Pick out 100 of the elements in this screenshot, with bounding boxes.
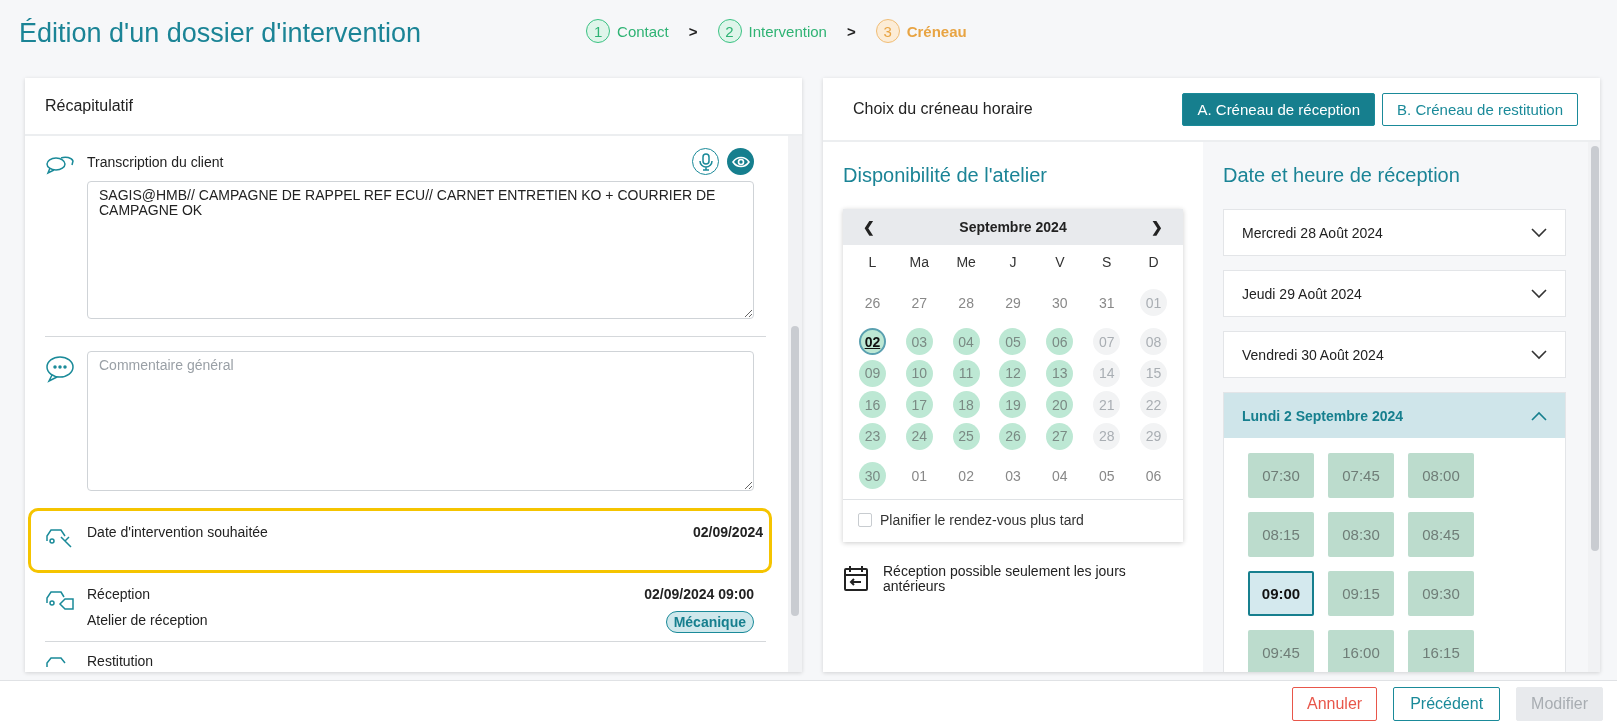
time-slot[interactable]: 09:30 — [1408, 571, 1474, 616]
previous-month-button[interactable]: ❮ — [857, 217, 881, 237]
calendar-day[interactable]: 08 — [1140, 328, 1168, 356]
time-slot[interactable]: 07:45 — [1328, 453, 1394, 498]
calendar-day[interactable]: 23 — [858, 422, 886, 450]
calendar-day[interactable]: 27 — [1046, 422, 1074, 450]
calendar-day[interactable]: 30 — [1049, 289, 1071, 316]
calendar-day[interactable]: 15 — [1140, 359, 1168, 387]
date-time-value: 02/09/2024 09:00 — [644, 586, 754, 602]
transcript-field[interactable]: SAGIS@HMB// CAMPAGNE DE RAPPEL REF ECU// CARNET ENTRETIEN KO + COURRIER DE CAMPAGNE OK — [87, 181, 754, 319]
calendar-day[interactable]: 04 — [1049, 462, 1071, 489]
comment-icon — [45, 355, 75, 383]
calendar-day[interactable]: 26 — [999, 422, 1027, 450]
chevron-up-icon — [1531, 410, 1547, 421]
tab[interactable]: A. Créneau de réception — [1182, 92, 1376, 126]
calendar-day[interactable]: 26 — [861, 289, 884, 316]
weekday-label: Ma — [909, 254, 929, 270]
field-label: Transcription du client — [87, 153, 224, 170]
calendar-day[interactable]: 18 — [952, 391, 980, 419]
calendar-day[interactable]: 03 — [905, 328, 933, 356]
calendar-day[interactable]: 11 — [952, 359, 980, 387]
field-label: Atelier de réception — [87, 612, 208, 628]
calendar-day[interactable]: 22 — [1140, 391, 1168, 419]
weekday-label: L — [868, 254, 877, 270]
calendar-day[interactable]: 02 — [955, 462, 977, 489]
weekday-label: S — [1102, 254, 1112, 270]
step-separator: > — [846, 22, 856, 40]
calendar-day[interactable]: 01 — [1140, 289, 1168, 316]
microphone-button[interactable] — [692, 148, 719, 175]
page-title: Édition d'un dossier d'intervention — [19, 17, 422, 49]
calendar-day[interactable]: 03 — [1002, 462, 1024, 489]
microphone-icon — [698, 152, 713, 171]
field-label: Réception — [87, 586, 151, 602]
calendar-day[interactable]: 29 — [1002, 289, 1024, 316]
calendar-day[interactable]: 05 — [999, 328, 1027, 356]
step-separator: > — [688, 22, 698, 40]
calendar-day[interactable]: 27 — [908, 289, 931, 316]
calendar-day[interactable]: 06 — [1046, 328, 1074, 356]
weekday-label: Me — [956, 254, 976, 270]
calendar-day[interactable]: 28 — [1093, 422, 1121, 450]
calendar-day[interactable]: 28 — [955, 289, 977, 316]
field-label: Restitution — [87, 653, 154, 669]
weekday-label: D — [1148, 254, 1159, 270]
calendar-day[interactable]: 24 — [905, 422, 933, 450]
calendar-day[interactable]: 16 — [858, 391, 886, 419]
next-month-button[interactable]: ❯ — [1145, 217, 1169, 237]
scrollbar[interactable] — [1588, 142, 1600, 672]
time-slot[interactable]: 08:00 — [1408, 453, 1474, 498]
checkbox[interactable] — [858, 513, 872, 527]
eye-icon — [731, 155, 750, 168]
tab[interactable]: B. Créneau de restitution — [1382, 92, 1578, 126]
month-label: Septembre 2024 — [959, 219, 1067, 235]
day-accordion-header[interactable]: Lundi 2 Septembre 2024 — [1224, 393, 1565, 438]
time-slot[interactable]: 08:15 — [1248, 512, 1314, 557]
card-title: Choix du créneau horaire — [853, 100, 1033, 118]
time-slot[interactable]: 16:00 — [1328, 630, 1394, 672]
calendar-day[interactable]: 02 — [858, 328, 886, 356]
date-value: 02/09/2024 — [692, 524, 763, 540]
step[interactable]: 3 Créneau — [875, 19, 967, 43]
calendar-day[interactable]: 05 — [1095, 462, 1118, 489]
calendar-day[interactable]: 19 — [999, 391, 1027, 419]
time-slot[interactable]: 16:15 — [1408, 630, 1474, 672]
chevron-down-icon — [1531, 227, 1547, 238]
calendar-day[interactable]: 10 — [905, 359, 933, 387]
calendar-day[interactable]: 21 — [1093, 391, 1121, 419]
eye-button[interactable] — [727, 148, 754, 175]
time-slot[interactable]: 09:45 — [1248, 630, 1314, 672]
card-title: Récapitulatif — [45, 97, 134, 115]
scrollbar[interactable] — [788, 136, 802, 672]
time-slot[interactable]: 09:15 — [1328, 571, 1394, 616]
section-title: Date et heure de réception — [1223, 164, 1461, 187]
calendar-day[interactable]: 31 — [1095, 289, 1118, 316]
previous-button[interactable]: Précédent — [1393, 687, 1501, 721]
step[interactable]: 1 Contact — [586, 19, 669, 43]
comment-field[interactable]: Commentaire général — [87, 351, 754, 491]
time-slot[interactable]: 08:30 — [1328, 512, 1394, 557]
calendar-day[interactable]: 07 — [1093, 328, 1121, 356]
calendar-day[interactable]: 25 — [952, 422, 980, 450]
cancel-button[interactable]: Annuler — [1292, 687, 1378, 721]
calendar-day[interactable]: 13 — [1046, 359, 1074, 387]
weekday-label: V — [1055, 254, 1065, 270]
calendar-day[interactable]: 09 — [858, 359, 886, 387]
time-slot[interactable]: 09:00 — [1248, 571, 1314, 616]
calendar-day[interactable]: 12 — [999, 359, 1027, 387]
calendar-day[interactable]: 01 — [908, 462, 931, 489]
field-label: Date d'intervention souhaitée — [87, 524, 268, 540]
chevron-down-icon — [1531, 288, 1547, 299]
calendar-day[interactable]: 29 — [1140, 422, 1168, 450]
step[interactable]: 2 Intervention — [717, 19, 827, 43]
calendar-day[interactable]: 06 — [1142, 462, 1165, 489]
time-slot[interactable]: 08:45 — [1408, 512, 1474, 557]
calendar-day[interactable]: 20 — [1046, 391, 1074, 419]
weekday-label: J — [1009, 254, 1017, 270]
calendar-day[interactable]: 14 — [1093, 359, 1121, 387]
calendar-day[interactable]: 17 — [905, 391, 933, 419]
time-slot[interactable]: 07:30 — [1248, 453, 1314, 498]
chevron-down-icon — [1531, 349, 1547, 360]
calendar-day[interactable]: 30 — [858, 462, 886, 489]
calendar-day[interactable]: 04 — [952, 328, 980, 356]
info-text: Réception possible seulement les jours antérieurs — [883, 564, 1127, 594]
